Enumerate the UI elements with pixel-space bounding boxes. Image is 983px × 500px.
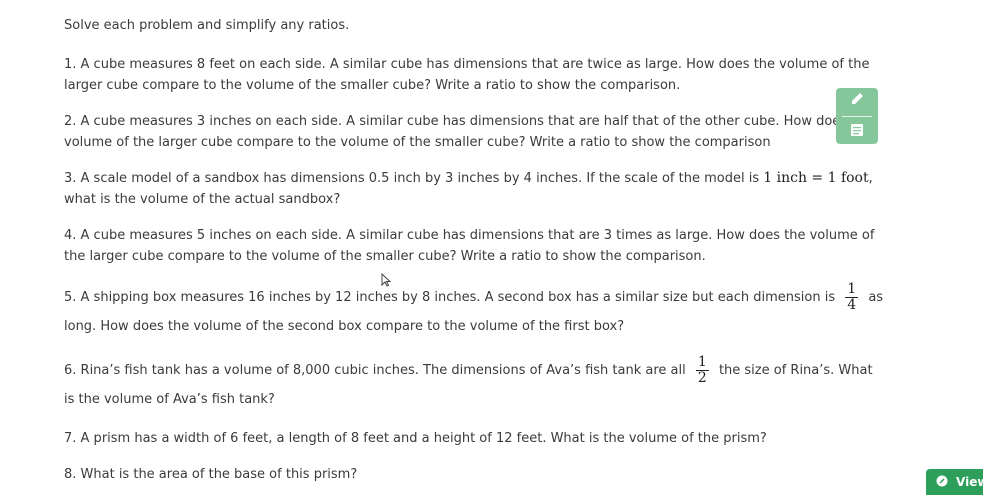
fraction-one-half: 1 2 bbox=[695, 354, 709, 386]
toolbar-divider bbox=[842, 115, 872, 117]
fraction-denominator: 2 bbox=[697, 370, 707, 386]
instructions: Solve each problem and simplify any rati… bbox=[64, 18, 350, 33]
problem-3-text: 3. A scale model of a sandbox has dimens… bbox=[64, 171, 760, 186]
leaf-icon bbox=[936, 475, 948, 490]
problem-2: 2. A cube measures 3 inches on each side… bbox=[64, 114, 873, 150]
problem-5: 5. A shipping box measures 16 inches by … bbox=[64, 282, 884, 340]
problem-8: 8. What is the area of the base of this … bbox=[64, 467, 358, 482]
problem-4: 4. A cube measures 5 inches on each side… bbox=[64, 228, 875, 264]
annotation-toolbar bbox=[836, 88, 878, 144]
problem-7: 7. A prism has a width of 6 feet, a leng… bbox=[64, 431, 767, 446]
pencil-icon[interactable] bbox=[849, 91, 865, 111]
scale-expression: 1 inch = 1 foot bbox=[763, 170, 869, 186]
fraction-numerator: 1 bbox=[845, 281, 859, 298]
view-button[interactable]: View bbox=[926, 469, 983, 495]
fraction-one-quarter: 1 4 bbox=[845, 281, 859, 313]
problem-3: 3. A scale model of a sandbox has dimens… bbox=[64, 168, 884, 210]
problem-1: 1. A cube measures 8 feet on each side. … bbox=[64, 57, 870, 93]
notes-icon[interactable] bbox=[849, 122, 865, 142]
view-button-label: View bbox=[956, 475, 983, 489]
problem-5-text: 5. A shipping box measures 16 inches by … bbox=[64, 290, 836, 305]
worksheet: Solve each problem and simplify any rati… bbox=[64, 16, 884, 500]
fraction-numerator: 1 bbox=[695, 354, 709, 371]
mouse-cursor-icon bbox=[381, 272, 392, 291]
problem-6-text: 6. Rina’s fish tank has a volume of 8,00… bbox=[64, 363, 686, 378]
fraction-denominator: 4 bbox=[847, 297, 857, 313]
problem-6: 6. Rina’s fish tank has a volume of 8,00… bbox=[64, 355, 884, 413]
